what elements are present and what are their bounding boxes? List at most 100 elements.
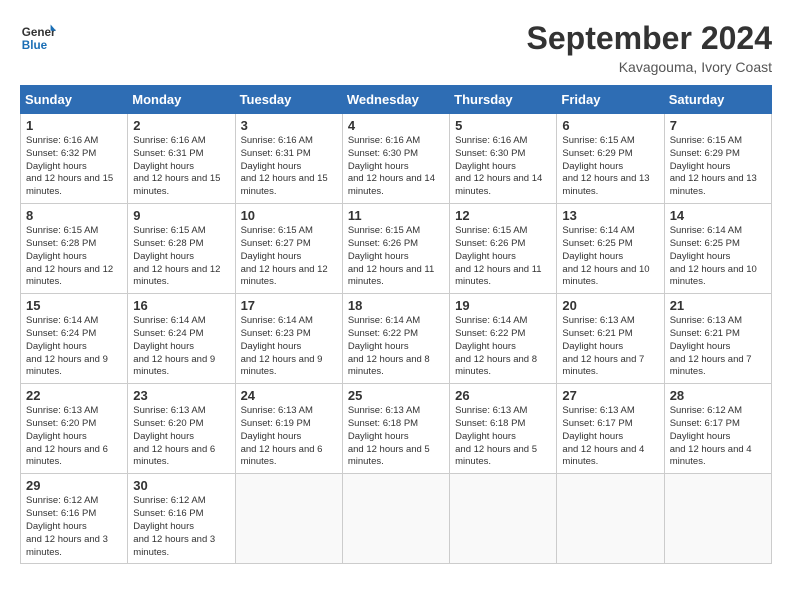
- day-number: 25: [348, 388, 444, 403]
- day-number: 29: [26, 478, 122, 493]
- table-row: [557, 474, 664, 564]
- cell-info: Sunrise: 6:13 AM Sunset: 6:21 PM Dayligh…: [670, 315, 766, 379]
- table-row: [664, 474, 771, 564]
- table-row: 5 Sunrise: 6:16 AM Sunset: 6:30 PM Dayli…: [450, 114, 557, 204]
- col-monday: Monday: [128, 86, 235, 114]
- day-number: 15: [26, 298, 122, 313]
- table-row: [342, 474, 449, 564]
- day-number: 30: [133, 478, 229, 493]
- calendar-row: 15 Sunrise: 6:14 AM Sunset: 6:24 PM Dayl…: [21, 294, 772, 384]
- day-number: 24: [241, 388, 337, 403]
- cell-info: Sunrise: 6:14 AM Sunset: 6:22 PM Dayligh…: [455, 315, 551, 379]
- table-row: 4 Sunrise: 6:16 AM Sunset: 6:30 PM Dayli…: [342, 114, 449, 204]
- cell-info: Sunrise: 6:14 AM Sunset: 6:25 PM Dayligh…: [562, 225, 658, 289]
- table-row: 28 Sunrise: 6:12 AM Sunset: 6:17 PM Dayl…: [664, 384, 771, 474]
- col-saturday: Saturday: [664, 86, 771, 114]
- calendar-row: 22 Sunrise: 6:13 AM Sunset: 6:20 PM Dayl…: [21, 384, 772, 474]
- cell-info: Sunrise: 6:12 AM Sunset: 6:16 PM Dayligh…: [26, 495, 122, 559]
- day-number: 27: [562, 388, 658, 403]
- day-number: 8: [26, 208, 122, 223]
- day-number: 11: [348, 208, 444, 223]
- cell-info: Sunrise: 6:13 AM Sunset: 6:18 PM Dayligh…: [348, 405, 444, 469]
- title-block: September 2024 Kavagouma, Ivory Coast: [527, 20, 772, 75]
- table-row: 12 Sunrise: 6:15 AM Sunset: 6:26 PM Dayl…: [450, 204, 557, 294]
- table-row: 24 Sunrise: 6:13 AM Sunset: 6:19 PM Dayl…: [235, 384, 342, 474]
- cell-info: Sunrise: 6:16 AM Sunset: 6:32 PM Dayligh…: [26, 135, 122, 199]
- page-header: General Blue General Blue September 2024…: [20, 20, 772, 75]
- cell-info: Sunrise: 6:13 AM Sunset: 6:20 PM Dayligh…: [133, 405, 229, 469]
- cell-info: Sunrise: 6:16 AM Sunset: 6:31 PM Dayligh…: [241, 135, 337, 199]
- day-number: 17: [241, 298, 337, 313]
- cell-info: Sunrise: 6:12 AM Sunset: 6:16 PM Dayligh…: [133, 495, 229, 559]
- cell-info: Sunrise: 6:15 AM Sunset: 6:26 PM Dayligh…: [348, 225, 444, 289]
- table-row: [450, 474, 557, 564]
- table-row: 19 Sunrise: 6:14 AM Sunset: 6:22 PM Dayl…: [450, 294, 557, 384]
- col-tuesday: Tuesday: [235, 86, 342, 114]
- table-row: 26 Sunrise: 6:13 AM Sunset: 6:18 PM Dayl…: [450, 384, 557, 474]
- day-number: 2: [133, 118, 229, 133]
- calendar-row: 29 Sunrise: 6:12 AM Sunset: 6:16 PM Dayl…: [21, 474, 772, 564]
- day-number: 26: [455, 388, 551, 403]
- cell-info: Sunrise: 6:13 AM Sunset: 6:20 PM Dayligh…: [26, 405, 122, 469]
- day-number: 22: [26, 388, 122, 403]
- day-number: 9: [133, 208, 229, 223]
- day-number: 12: [455, 208, 551, 223]
- day-number: 10: [241, 208, 337, 223]
- cell-info: Sunrise: 6:14 AM Sunset: 6:24 PM Dayligh…: [133, 315, 229, 379]
- cell-info: Sunrise: 6:16 AM Sunset: 6:30 PM Dayligh…: [348, 135, 444, 199]
- cell-info: Sunrise: 6:14 AM Sunset: 6:23 PM Dayligh…: [241, 315, 337, 379]
- cell-info: Sunrise: 6:12 AM Sunset: 6:17 PM Dayligh…: [670, 405, 766, 469]
- header-row: Sunday Monday Tuesday Wednesday Thursday…: [21, 86, 772, 114]
- day-number: 7: [670, 118, 766, 133]
- day-number: 14: [670, 208, 766, 223]
- day-number: 28: [670, 388, 766, 403]
- table-row: 11 Sunrise: 6:15 AM Sunset: 6:26 PM Dayl…: [342, 204, 449, 294]
- cell-info: Sunrise: 6:16 AM Sunset: 6:31 PM Dayligh…: [133, 135, 229, 199]
- table-row: 21 Sunrise: 6:13 AM Sunset: 6:21 PM Dayl…: [664, 294, 771, 384]
- calendar-body: 1 Sunrise: 6:16 AM Sunset: 6:32 PM Dayli…: [21, 114, 772, 564]
- cell-info: Sunrise: 6:15 AM Sunset: 6:26 PM Dayligh…: [455, 225, 551, 289]
- table-row: 29 Sunrise: 6:12 AM Sunset: 6:16 PM Dayl…: [21, 474, 128, 564]
- cell-info: Sunrise: 6:15 AM Sunset: 6:28 PM Dayligh…: [26, 225, 122, 289]
- day-number: 6: [562, 118, 658, 133]
- col-sunday: Sunday: [21, 86, 128, 114]
- cell-info: Sunrise: 6:14 AM Sunset: 6:22 PM Dayligh…: [348, 315, 444, 379]
- location-text: Kavagouma, Ivory Coast: [527, 59, 772, 75]
- table-row: 2 Sunrise: 6:16 AM Sunset: 6:31 PM Dayli…: [128, 114, 235, 204]
- cell-info: Sunrise: 6:15 AM Sunset: 6:27 PM Dayligh…: [241, 225, 337, 289]
- table-row: 7 Sunrise: 6:15 AM Sunset: 6:29 PM Dayli…: [664, 114, 771, 204]
- table-row: 25 Sunrise: 6:13 AM Sunset: 6:18 PM Dayl…: [342, 384, 449, 474]
- cell-info: Sunrise: 6:13 AM Sunset: 6:19 PM Dayligh…: [241, 405, 337, 469]
- table-row: 13 Sunrise: 6:14 AM Sunset: 6:25 PM Dayl…: [557, 204, 664, 294]
- cell-info: Sunrise: 6:14 AM Sunset: 6:24 PM Dayligh…: [26, 315, 122, 379]
- table-row: 10 Sunrise: 6:15 AM Sunset: 6:27 PM Dayl…: [235, 204, 342, 294]
- day-number: 23: [133, 388, 229, 403]
- cell-info: Sunrise: 6:15 AM Sunset: 6:29 PM Dayligh…: [562, 135, 658, 199]
- table-row: 17 Sunrise: 6:14 AM Sunset: 6:23 PM Dayl…: [235, 294, 342, 384]
- cell-info: Sunrise: 6:13 AM Sunset: 6:17 PM Dayligh…: [562, 405, 658, 469]
- day-number: 20: [562, 298, 658, 313]
- day-number: 13: [562, 208, 658, 223]
- table-row: 18 Sunrise: 6:14 AM Sunset: 6:22 PM Dayl…: [342, 294, 449, 384]
- cell-info: Sunrise: 6:15 AM Sunset: 6:29 PM Dayligh…: [670, 135, 766, 199]
- col-friday: Friday: [557, 86, 664, 114]
- table-row: 6 Sunrise: 6:15 AM Sunset: 6:29 PM Dayli…: [557, 114, 664, 204]
- cell-info: Sunrise: 6:15 AM Sunset: 6:28 PM Dayligh…: [133, 225, 229, 289]
- cell-info: Sunrise: 6:13 AM Sunset: 6:18 PM Dayligh…: [455, 405, 551, 469]
- day-number: 1: [26, 118, 122, 133]
- table-row: 8 Sunrise: 6:15 AM Sunset: 6:28 PM Dayli…: [21, 204, 128, 294]
- col-wednesday: Wednesday: [342, 86, 449, 114]
- day-number: 21: [670, 298, 766, 313]
- logo-icon: General Blue: [20, 20, 56, 56]
- table-row: 27 Sunrise: 6:13 AM Sunset: 6:17 PM Dayl…: [557, 384, 664, 474]
- svg-text:Blue: Blue: [22, 39, 48, 52]
- calendar-row: 1 Sunrise: 6:16 AM Sunset: 6:32 PM Dayli…: [21, 114, 772, 204]
- day-number: 19: [455, 298, 551, 313]
- table-row: 1 Sunrise: 6:16 AM Sunset: 6:32 PM Dayli…: [21, 114, 128, 204]
- day-number: 5: [455, 118, 551, 133]
- cell-info: Sunrise: 6:13 AM Sunset: 6:21 PM Dayligh…: [562, 315, 658, 379]
- table-row: 30 Sunrise: 6:12 AM Sunset: 6:16 PM Dayl…: [128, 474, 235, 564]
- table-row: [235, 474, 342, 564]
- table-row: 23 Sunrise: 6:13 AM Sunset: 6:20 PM Dayl…: [128, 384, 235, 474]
- cell-info: Sunrise: 6:16 AM Sunset: 6:30 PM Dayligh…: [455, 135, 551, 199]
